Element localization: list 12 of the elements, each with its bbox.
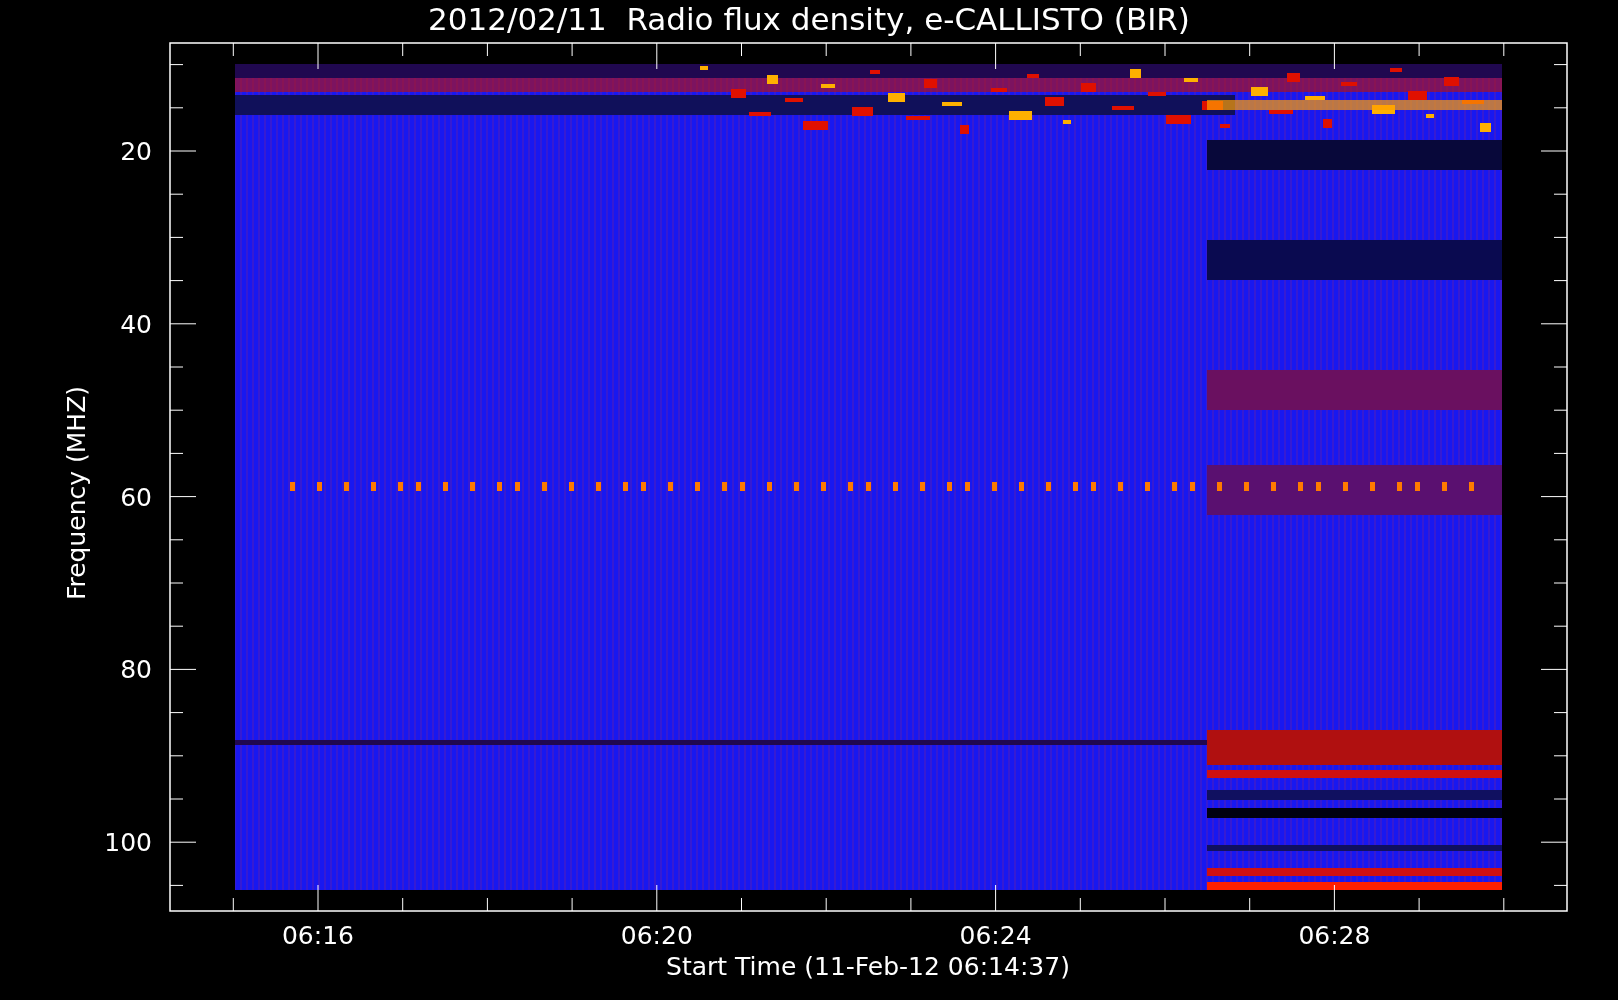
x-tick-label: 06:20 [620,921,693,950]
y-tick-label: 60 [120,482,152,512]
x-tick-label: 06:24 [959,921,1032,950]
y-tick-label: 100 [104,828,152,858]
x-tick-label: 06:28 [1298,921,1371,950]
chart-title: 2012/02/11 Radio flux density, e-CALLISTO (BIR) [428,1,1190,37]
y-axis-label: Frequency (MHZ) [62,385,91,601]
y-tick-label: 20 [120,137,152,166]
y-tick-label: 40 [120,309,152,339]
y-tick-label: 80 [120,655,152,685]
x-tick-label: 06:16 [282,921,354,950]
x-axis-label: Start Time (11-Feb-12 06:14:37) [666,952,1070,981]
